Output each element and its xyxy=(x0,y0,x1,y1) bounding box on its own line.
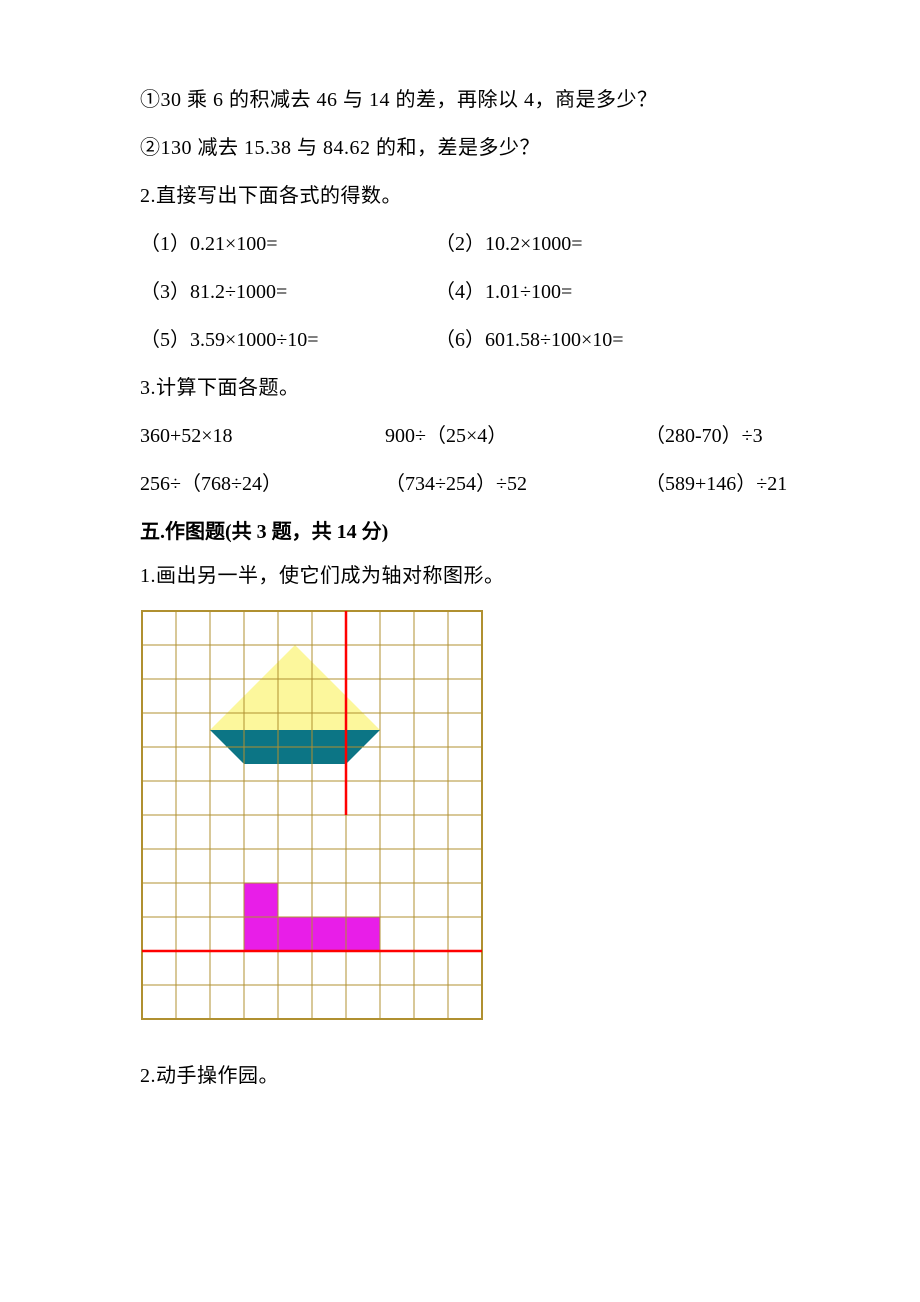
q3-f: （589+146）÷21 xyxy=(645,469,787,499)
q3-d: 256÷（768÷24） xyxy=(140,469,385,499)
q3-a: 360+52×18 xyxy=(140,421,385,451)
symmetry-grid-figure xyxy=(140,609,780,1021)
q2-5: （5）3.59×1000÷10= xyxy=(140,325,435,355)
q2-2: （2）10.2×1000= xyxy=(435,229,583,259)
q2-intro: 2.直接写出下面各式的得数。 xyxy=(140,181,780,211)
q2-1: （1）0.21×100= xyxy=(140,229,435,259)
q3-row1: 360+52×18 900÷（25×4） （280-70）÷3 xyxy=(140,421,780,451)
shape-b-cell-1 xyxy=(244,883,278,917)
q2-row3: （5）3.59×1000÷10= （6）601.58÷100×10= xyxy=(140,325,780,355)
s5-q2: 2.动手操作园。 xyxy=(140,1061,780,1091)
q3-intro: 3.计算下面各题。 xyxy=(140,373,780,403)
q3-e: （734÷254）÷52 xyxy=(385,469,645,499)
grid-svg xyxy=(140,609,484,1021)
q1b-text: ②130 减去 15.38 与 84.62 的和，差是多少？ xyxy=(140,133,780,163)
q1a-text: ①30 乘 6 的积减去 46 与 14 的差，再除以 4，商是多少？ xyxy=(140,85,780,115)
q2-row1: （1）0.21×100= （2）10.2×1000= xyxy=(140,229,780,259)
q2-6: （6）601.58÷100×10= xyxy=(435,325,624,355)
page: ①30 乘 6 的积减去 46 与 14 的差，再除以 4，商是多少？ ②130… xyxy=(0,0,920,1302)
section5-heading: 五.作图题(共 3 题，共 14 分) xyxy=(140,517,780,547)
q2-3: （3）81.2÷1000= xyxy=(140,277,435,307)
s5-q1: 1.画出另一半，使它们成为轴对称图形。 xyxy=(140,561,780,591)
q3-c: （280-70）÷3 xyxy=(645,421,763,451)
q3-b: 900÷（25×4） xyxy=(385,421,645,451)
q2-4: （4）1.01÷100= xyxy=(435,277,572,307)
q3-row2: 256÷（768÷24） （734÷254）÷52 （589+146）÷21 xyxy=(140,469,780,499)
q2-row2: （3）81.2÷1000= （4）1.01÷100= xyxy=(140,277,780,307)
